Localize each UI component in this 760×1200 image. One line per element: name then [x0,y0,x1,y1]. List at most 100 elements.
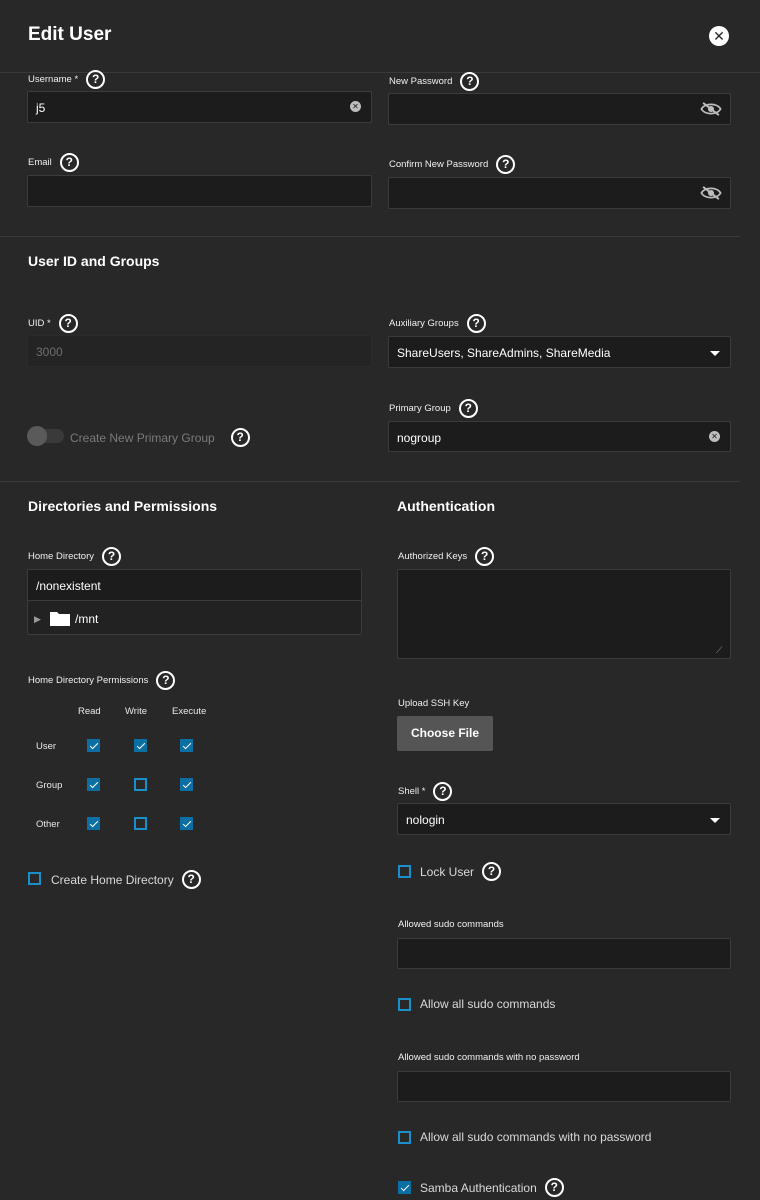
perm-col-execute: Execute [172,706,207,717]
authorized-keys-label: Authorized Keys ? [398,547,495,566]
new-password-input[interactable] [388,93,731,125]
perm-user-write-checkbox[interactable] [134,739,147,752]
help-circle-icon[interactable]: ? [230,428,250,447]
create-primary-group-label-text: Create New Primary Group [70,430,215,445]
email-input[interactable] [27,175,372,207]
shell-value: nologin [406,813,445,827]
perm-col-write: Write [125,706,147,717]
uid-label: UID * ? [28,314,78,333]
perm-row-other: Other [36,819,60,830]
create-primary-group-label: Create New Primary Group ? [70,428,250,447]
authorized-keys-textarea[interactable]: ⟋ [397,569,731,659]
confirm-password-input[interactable] [388,177,731,209]
eye-off-icon[interactable] [700,102,722,116]
allow-all-sudo-label: Allow all sudo commands [420,997,556,1011]
authentication-section-title: Authentication [397,498,495,514]
help-circle-icon[interactable]: ? [58,314,78,333]
help-circle-icon[interactable]: ? [460,72,480,91]
choose-file-button[interactable]: Choose File [397,716,493,751]
new-password-label: New Password ? [389,72,480,91]
create-primary-group-knob[interactable] [27,426,47,446]
help-circle-icon[interactable]: ? [59,153,79,172]
help-circle-icon[interactable]: ? [458,399,478,418]
sudo-nopass-label: Allowed sudo commands with no password [398,1052,580,1063]
uid-input: 3000 [27,335,372,367]
email-label-text: Email [28,157,52,168]
allow-all-sudo-checkbox[interactable] [398,998,411,1011]
aux-groups-label: Auxiliary Groups ? [389,314,486,333]
perm-group-write-checkbox[interactable] [134,778,147,791]
shell-label-text: Shell * [398,786,426,797]
home-dir-label-text: Home Directory [28,551,94,562]
authorized-keys-label-text: Authorized Keys [398,551,468,562]
uid-label-text: UID * [28,318,51,329]
username-label: Username * ? [28,70,106,89]
directories-section-title: Directories and Permissions [28,498,218,514]
chevron-right-icon[interactable]: ▶ [34,614,41,625]
perm-col-read: Read [78,706,101,717]
help-circle-icon[interactable]: ? [86,70,106,89]
perm-user-read-checkbox[interactable] [87,739,100,752]
help-circle-icon[interactable]: ? [156,671,176,690]
shell-select[interactable]: nologin [397,803,731,835]
dialog-header: Edit User ✕ [0,0,760,73]
help-circle-icon[interactable]: ? [482,862,502,881]
clear-icon[interactable]: ✕ [709,431,720,442]
confirm-password-label: Confirm New Password ? [389,155,516,174]
help-circle-icon[interactable]: ? [544,1178,564,1197]
lock-user-label: Lock User ? [420,862,502,881]
section-divider [0,236,740,237]
permissions-label: Home Directory Permissions ? [28,671,176,690]
lock-user-checkbox[interactable] [398,865,411,878]
folder-icon [50,612,70,626]
create-home-label-text: Create Home Directory [51,872,174,887]
primary-group-value: nogroup [397,431,442,445]
clear-icon[interactable]: ✕ [350,101,361,112]
perm-row-user: User [36,741,57,752]
perm-other-write-checkbox[interactable] [134,817,147,830]
caret-down-icon[interactable] [710,818,720,823]
perm-other-read-checkbox[interactable] [87,817,100,830]
perm-other-execute-checkbox[interactable] [180,817,193,830]
help-circle-icon[interactable]: ? [466,314,486,333]
home-dir-input[interactable]: /nonexistent [28,570,361,601]
resize-handle-icon[interactable]: ⟋ [716,645,722,656]
aux-groups-select[interactable]: ShareUsers, ShareAdmins, ShareMedia [388,336,731,368]
perm-group-read-checkbox[interactable] [87,778,100,791]
shell-label: Shell * ? [398,782,453,801]
confirm-password-label-text: Confirm New Password [389,159,489,170]
allow-all-sudo-nopass-label: Allow all sudo commands with no password [420,1130,652,1144]
eye-off-icon[interactable] [700,186,722,200]
perm-group-execute-checkbox[interactable] [180,778,193,791]
aux-groups-value: ShareUsers, ShareAdmins, ShareMedia [397,346,611,360]
close-icon[interactable]: ✕ [709,26,729,46]
samba-auth-checkbox[interactable] [398,1181,411,1194]
uid-groups-section-title: User ID and Groups [28,253,160,269]
help-circle-icon[interactable]: ? [475,547,495,566]
help-circle-icon[interactable]: ? [433,782,453,801]
allow-all-sudo-nopass-checkbox[interactable] [398,1131,411,1144]
help-circle-icon[interactable]: ? [102,547,121,566]
email-label: Email ? [28,153,79,172]
help-circle-icon[interactable]: ? [181,870,201,889]
username-label-text: Username * [28,74,79,85]
home-dir-value: /nonexistent [36,579,101,593]
permissions-label-text: Home Directory Permissions [28,675,149,686]
home-dir-label: Home Directory ? [28,547,121,566]
sudo-commands-label: Allowed sudo commands [398,919,504,930]
create-home-checkbox[interactable] [28,872,41,885]
upload-ssh-label: Upload SSH Key [398,698,470,709]
aux-groups-label-text: Auxiliary Groups [389,318,459,329]
tree-item-mnt[interactable]: /mnt [75,612,98,626]
sudo-nopass-input[interactable] [397,1071,731,1102]
username-input[interactable]: j5 ✕ [27,91,372,123]
sudo-commands-input[interactable] [397,938,731,969]
dialog-title: Edit User [28,24,112,45]
primary-group-input[interactable]: nogroup ✕ [388,421,731,452]
perm-row-group: Group [36,780,63,791]
new-password-label-text: New Password [389,76,453,87]
perm-user-execute-checkbox[interactable] [180,739,193,752]
home-dir-explorer[interactable]: /nonexistent ▶ /mnt [27,569,362,635]
caret-down-icon[interactable] [710,351,720,356]
help-circle-icon[interactable]: ? [496,155,516,174]
